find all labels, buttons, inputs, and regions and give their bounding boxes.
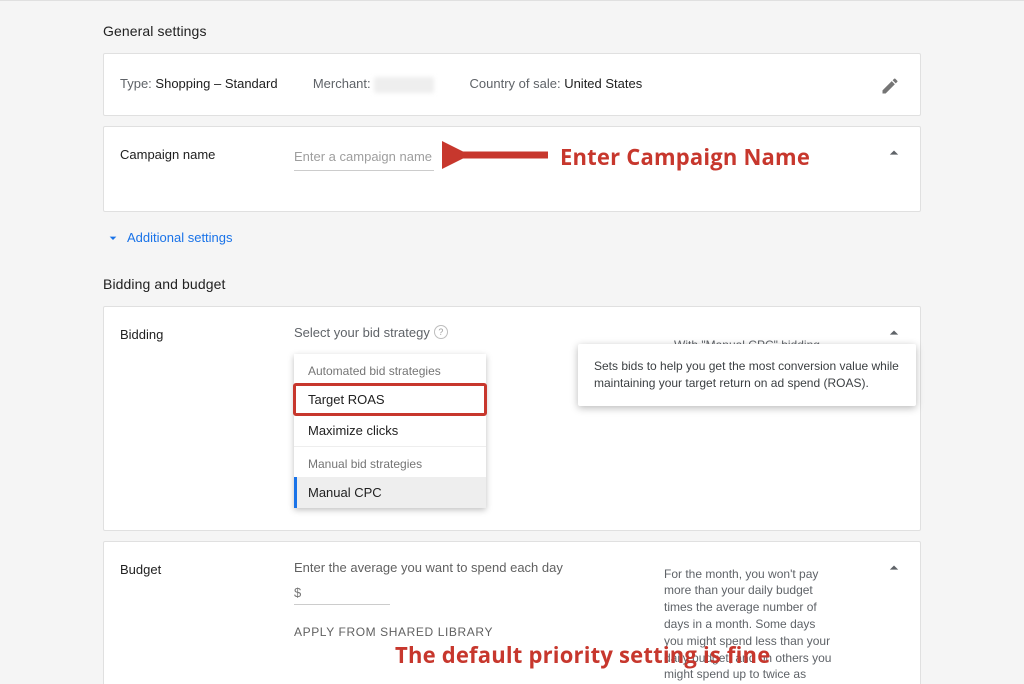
card-campaign-name: Campaign name bbox=[103, 126, 921, 212]
card-type: Type: Shopping – Standard Merchant: Coun… bbox=[103, 53, 921, 116]
chevron-down-icon bbox=[105, 230, 121, 246]
country-label: Country of sale: bbox=[470, 76, 561, 91]
merchant-label: Merchant: bbox=[313, 76, 371, 91]
edit-icon[interactable] bbox=[880, 76, 900, 101]
bidding-label: Bidding bbox=[120, 325, 294, 342]
campaign-name-label: Campaign name bbox=[120, 145, 294, 162]
additional-settings-toggle[interactable]: Additional settings bbox=[103, 212, 921, 246]
merchant-value-redacted bbox=[374, 77, 434, 93]
card-budget: Budget Enter the average you want to spe… bbox=[103, 541, 921, 684]
bid-strategy-dropdown[interactable]: Automated bid strategies Target ROAS Max… bbox=[294, 354, 486, 508]
type-summary: Type: Shopping – Standard Merchant: Coun… bbox=[120, 76, 898, 93]
dropdown-group-manual: Manual bid strategies bbox=[294, 446, 486, 477]
chevron-up-icon[interactable] bbox=[884, 558, 904, 578]
bid-strategy-prompt: Select your bid strategy ? bbox=[294, 325, 448, 340]
budget-info-text: For the month, you won't pay more than y… bbox=[664, 567, 831, 684]
campaign-name-input[interactable] bbox=[294, 145, 434, 171]
section-title-general: General settings bbox=[103, 1, 921, 53]
budget-input[interactable]: $ bbox=[294, 581, 390, 605]
budget-label: Budget bbox=[120, 560, 294, 577]
additional-settings-label: Additional settings bbox=[127, 230, 233, 245]
dropdown-group-automated: Automated bid strategies bbox=[294, 354, 486, 384]
type-value: Shopping – Standard bbox=[155, 76, 277, 91]
section-title-bidding: Bidding and budget bbox=[103, 246, 921, 306]
dropdown-item-manual-cpc[interactable]: Manual CPC bbox=[294, 477, 486, 508]
country-value: United States bbox=[564, 76, 642, 91]
type-label: Type: bbox=[120, 76, 152, 91]
help-icon[interactable]: ? bbox=[434, 325, 448, 339]
card-bidding: Bidding Select your bid strategy ? Autom… bbox=[103, 306, 921, 531]
bid-strategy-tooltip: Sets bids to help you get the most conve… bbox=[578, 344, 916, 407]
dropdown-item-max-clicks[interactable]: Maximize clicks bbox=[294, 415, 486, 446]
dropdown-item-target-roas[interactable]: Target ROAS bbox=[294, 384, 486, 415]
chevron-up-icon[interactable] bbox=[884, 323, 904, 343]
chevron-up-icon[interactable] bbox=[884, 143, 904, 163]
